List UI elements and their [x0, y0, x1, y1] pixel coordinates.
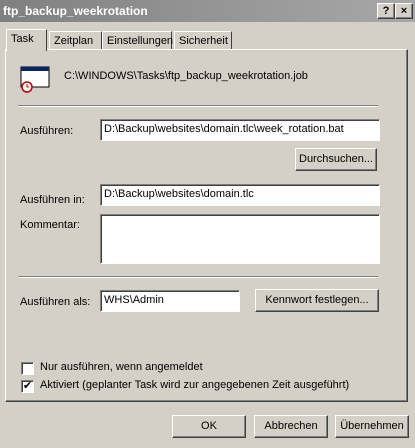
- only-logged-on-label: Nur ausführen, wenn angemeldet: [40, 361, 203, 373]
- divider: [18, 276, 378, 278]
- tab-sicherheit-label: Sicherheit: [179, 35, 228, 47]
- tab-einstellungen[interactable]: Einstellungen: [102, 31, 174, 49]
- set-password-button[interactable]: Kennwort festlegen...: [255, 289, 379, 312]
- cancel-button[interactable]: Abbrechen: [254, 415, 328, 438]
- ok-button[interactable]: OK: [172, 415, 246, 438]
- close-button[interactable]: ×: [395, 3, 413, 19]
- run-as-label: Ausführen als:: [20, 296, 91, 308]
- tab-zeitplan-label: Zeitplan: [54, 35, 94, 47]
- title-bar: ftp_backup_weekrotation ? ×: [0, 0, 415, 22]
- enabled-label: Aktiviert (geplanter Task wird zur angeg…: [40, 379, 350, 391]
- comment-textarea[interactable]: [100, 214, 380, 264]
- run-field[interactable]: D:\Backup\websites\domain.tlc\week_rotat…: [100, 119, 380, 141]
- window-title: ftp_backup_weekrotation: [3, 4, 148, 18]
- tab-task[interactable]: Task: [6, 29, 47, 51]
- run-label: Ausführen:: [20, 125, 74, 137]
- checkmark-icon: ✔: [22, 380, 33, 392]
- browse-button[interactable]: Durchsuchen...: [295, 148, 377, 171]
- tab-sicherheit[interactable]: Sicherheit: [174, 31, 232, 49]
- run-as-field[interactable]: WHS\Admin: [100, 290, 240, 312]
- divider: [18, 105, 378, 107]
- only-logged-on-checkbox[interactable]: [21, 362, 34, 375]
- tab-zeitplan[interactable]: Zeitplan: [49, 31, 102, 49]
- tab-einstellungen-label: Einstellungen: [107, 35, 174, 47]
- start-in-label: Ausführen in:: [20, 194, 85, 206]
- enabled-checkbox[interactable]: ✔: [21, 380, 34, 393]
- start-in-field[interactable]: D:\Backup\websites\domain.tlc: [100, 184, 380, 206]
- apply-button[interactable]: Übernehmen: [335, 415, 409, 438]
- scheduled-task-window-icon: [20, 66, 52, 97]
- help-button[interactable]: ?: [377, 3, 395, 19]
- job-path-text: C:\WINDOWS\Tasks\ftp_backup_weekrotation…: [64, 70, 308, 82]
- comment-label: Kommentar:: [20, 219, 80, 231]
- tab-task-label: Task: [11, 33, 34, 45]
